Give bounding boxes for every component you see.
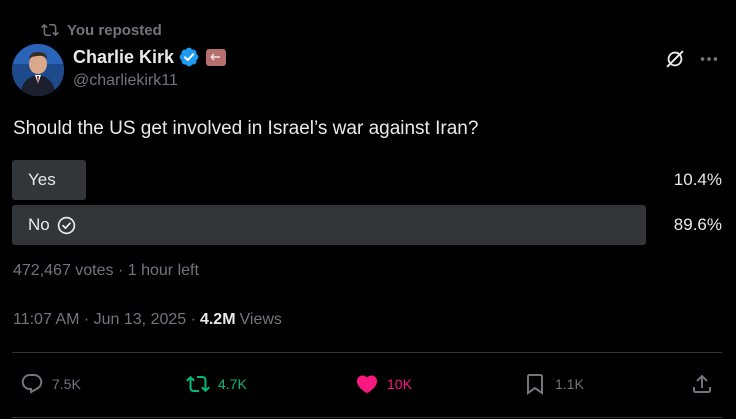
divider	[12, 352, 722, 353]
bookmark-icon	[527, 374, 543, 395]
share-icon	[693, 374, 711, 393]
repost-icon	[186, 375, 210, 393]
post-date[interactable]: Jun 13, 2025	[94, 311, 187, 329]
avatar[interactable]	[12, 44, 64, 96]
author-handle[interactable]: @charliekirk11	[73, 72, 226, 90]
heart-icon	[356, 375, 378, 394]
bookmark-button[interactable]: 1.1K	[523, 372, 584, 396]
repost-label: You reposted	[67, 21, 162, 39]
repost-icon	[41, 23, 59, 37]
share-button[interactable]	[690, 372, 714, 396]
check-circle-icon	[57, 216, 75, 234]
poll-question: Should the US get involved in Israel’s w…	[13, 118, 479, 139]
post-time[interactable]: 11:07 AM	[13, 311, 79, 329]
like-button[interactable]: 10K	[355, 372, 412, 396]
reply-count: 7.5K	[52, 376, 81, 392]
poll-option-yes[interactable]: Yes 10.4%	[12, 160, 722, 200]
author-name[interactable]: Charlie Kirk	[73, 47, 174, 68]
more-icon[interactable]	[698, 48, 720, 70]
poll-meta: 472,467 votes · 1 hour left	[13, 262, 199, 279]
repost-indicator[interactable]: You reposted	[41, 20, 162, 40]
post-timestamp: 11:07 AM · Jun 13, 2025 · 4.2M Views	[13, 311, 282, 329]
bookmark-count: 1.1K	[555, 376, 584, 392]
verified-badge-icon[interactable]	[178, 46, 200, 68]
poll-option-percent: 89.6%	[673, 215, 722, 234]
poll-option-label: Yes	[28, 170, 56, 189]
vote-count: 472,467 votes	[13, 262, 114, 279]
time-left: 1 hour left	[127, 262, 199, 279]
views-count: 4.2M	[199, 311, 236, 328]
poll-option-no[interactable]: No 89.6%	[12, 205, 722, 245]
like-count: 10K	[387, 376, 412, 392]
affiliation-badge-icon[interactable]	[206, 48, 227, 66]
poll-option-label: No	[28, 215, 50, 234]
reply-icon	[21, 374, 43, 394]
reply-button[interactable]: 7.5K	[20, 372, 81, 396]
repost-count: 4.7K	[218, 376, 247, 392]
repost-button[interactable]: 4.7K	[186, 372, 247, 396]
views-label: Views	[239, 311, 282, 328]
divider	[12, 417, 722, 418]
poll-bar-no	[12, 205, 646, 245]
grok-icon[interactable]	[664, 48, 686, 70]
poll-option-percent: 10.4%	[673, 170, 722, 189]
